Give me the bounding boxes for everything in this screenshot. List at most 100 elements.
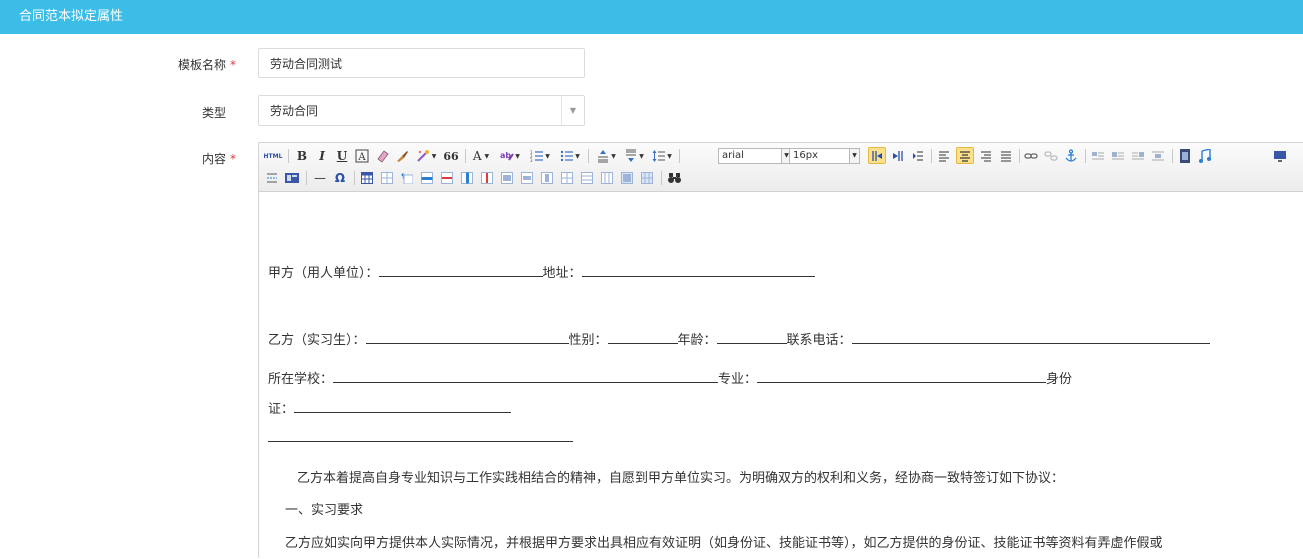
- separator-line: [268, 441, 573, 442]
- align-center-button[interactable]: [956, 147, 974, 164]
- align-justify-button[interactable]: [997, 148, 1015, 164]
- split-cells-button[interactable]: [558, 170, 576, 186]
- html-source-button[interactable]: HTML: [263, 148, 283, 164]
- table-insert-para-button[interactable]: ¶: [398, 170, 416, 186]
- major-blank: [757, 369, 1047, 383]
- required-mark: *: [230, 58, 236, 72]
- special-char-button[interactable]: Ω: [331, 170, 349, 186]
- font-color-button[interactable]: A ▼: [469, 148, 493, 164]
- delete-col-button[interactable]: [478, 170, 496, 186]
- svg-text:A: A: [357, 152, 366, 163]
- auto-format-button[interactable]: ▼: [413, 148, 439, 164]
- unlink-button[interactable]: [1042, 148, 1060, 164]
- spacing-bottom-icon: [626, 149, 637, 162]
- cell-props-button[interactable]: [638, 170, 656, 186]
- party-a-blank: [378, 263, 543, 277]
- image-left-button[interactable]: [1109, 148, 1127, 164]
- delete-row-button[interactable]: [438, 170, 456, 186]
- split-cols-icon: [601, 172, 613, 184]
- search-replace-button[interactable]: [665, 170, 683, 186]
- split-rows-button[interactable]: [578, 170, 596, 186]
- highlight-icon: ab: [500, 151, 515, 161]
- content-label: 内容 *: [201, 152, 236, 166]
- paragraph-spacing-bottom-button[interactable]: ▼: [621, 148, 647, 164]
- link-button[interactable]: [1022, 148, 1040, 164]
- type-select[interactable]: 劳动合同 ▼: [258, 95, 585, 126]
- magic-wand-icon: [416, 150, 429, 162]
- ordered-list-icon: 123: [530, 150, 544, 163]
- binoculars-icon: [667, 173, 681, 183]
- page-break-button[interactable]: [263, 170, 281, 186]
- image-none-button[interactable]: [1089, 148, 1107, 164]
- rtl-direction-icon: [893, 151, 903, 161]
- image-right-button[interactable]: [1129, 148, 1147, 164]
- anchor-button[interactable]: [1062, 148, 1080, 164]
- party-b-line: 乙方（实习生）： 性别： 年龄： 联系电话：: [268, 329, 1210, 348]
- insert-row-button[interactable]: [418, 170, 436, 186]
- editor-toolbar: HTML B I U A ▼ 66 A ▼ ab ▼ 1 2 3 ▼ ▼ ▼ ▼…: [259, 143, 1303, 192]
- indent-button[interactable]: [909, 148, 927, 164]
- align-right-button[interactable]: [977, 148, 995, 164]
- section1-paragraph: 乙方应如实向甲方提供本人实际情况，并根据甲方要求出具相应有效证明（如身份证、技能…: [285, 536, 1163, 551]
- font-border-button[interactable]: A: [353, 148, 371, 164]
- blockquote-button[interactable]: 66: [442, 148, 460, 164]
- insert-table-button[interactable]: [358, 170, 376, 186]
- image-center-icon: [1152, 151, 1164, 161]
- editor-content[interactable]: 甲方（用人单位）： 地址： 乙方（实习生）： 性别： 年龄： 联系电话： 所在学校： 专业…: [259, 192, 1303, 559]
- cell-props-icon: [641, 172, 653, 184]
- indent-icon: [913, 151, 923, 161]
- window-title-bar: 合同范本拟定属性: [0, 0, 1303, 34]
- school-line: 所在学校： 专业： 身份: [268, 368, 1072, 387]
- unlink-icon: [1044, 151, 1058, 161]
- required-mark: *: [230, 152, 236, 166]
- underline-button[interactable]: U: [333, 148, 351, 164]
- svg-text:¶: ¶: [401, 173, 405, 180]
- merge-down-button[interactable]: [538, 170, 556, 186]
- format-brush-icon: [397, 151, 408, 162]
- font-border-icon: A: [355, 149, 369, 163]
- table-props-button[interactable]: [618, 170, 636, 186]
- align-left-button[interactable]: [935, 148, 953, 164]
- line-height-button[interactable]: ▼: [649, 148, 675, 164]
- video-icon: [1180, 149, 1190, 163]
- image-center-button[interactable]: [1149, 148, 1167, 164]
- gender-blank: [607, 330, 678, 344]
- ltr-direction-button[interactable]: [868, 147, 886, 164]
- party-b-blank: [365, 330, 569, 344]
- merge-cells-button[interactable]: [498, 170, 516, 186]
- paragraph-spacing-top-button[interactable]: ▼: [593, 148, 619, 164]
- template-button[interactable]: [283, 170, 301, 186]
- delete-col-icon: [481, 172, 493, 184]
- align-justify-icon: [1001, 151, 1011, 162]
- merge-down-icon: [541, 172, 553, 184]
- ordered-list-button[interactable]: 1 2 3 ▼: [527, 148, 553, 164]
- background-color-button[interactable]: ab ▼: [497, 148, 523, 164]
- split-rows-icon: [581, 172, 593, 184]
- table-delete-button[interactable]: [378, 170, 396, 186]
- insert-col-button[interactable]: [458, 170, 476, 186]
- italic-button[interactable]: I: [313, 148, 331, 164]
- page-break-icon: [267, 173, 277, 183]
- horizontal-rule-button[interactable]: —: [311, 170, 329, 186]
- table-para-icon: ¶: [401, 173, 413, 184]
- rtl-direction-button[interactable]: [889, 148, 907, 164]
- fullscreen-button[interactable]: [1271, 148, 1289, 164]
- insert-row-icon: [421, 172, 433, 184]
- link-icon: [1024, 153, 1038, 159]
- bold-button[interactable]: B: [293, 148, 311, 164]
- age-blank: [716, 330, 787, 344]
- school-blank: [333, 369, 719, 383]
- eraser-button[interactable]: [373, 148, 391, 164]
- font-size-select[interactable]: 16px ▼: [789, 148, 860, 164]
- insert-video-button[interactable]: [1176, 148, 1194, 164]
- merge-right-button[interactable]: [518, 170, 536, 186]
- template-name-input[interactable]: [258, 48, 585, 78]
- format-brush-button[interactable]: [393, 148, 411, 164]
- unordered-list-button[interactable]: ▼: [557, 148, 583, 164]
- split-cols-button[interactable]: [598, 170, 616, 186]
- font-family-select[interactable]: arial ▼: [718, 148, 792, 164]
- type-label: 类型*: [201, 106, 226, 120]
- insert-music-button[interactable]: [1196, 148, 1214, 164]
- rich-text-editor: HTML B I U A ▼ 66 A ▼ ab ▼ 1 2 3 ▼ ▼ ▼ ▼…: [258, 142, 1303, 559]
- spacing-top-icon: [598, 150, 609, 163]
